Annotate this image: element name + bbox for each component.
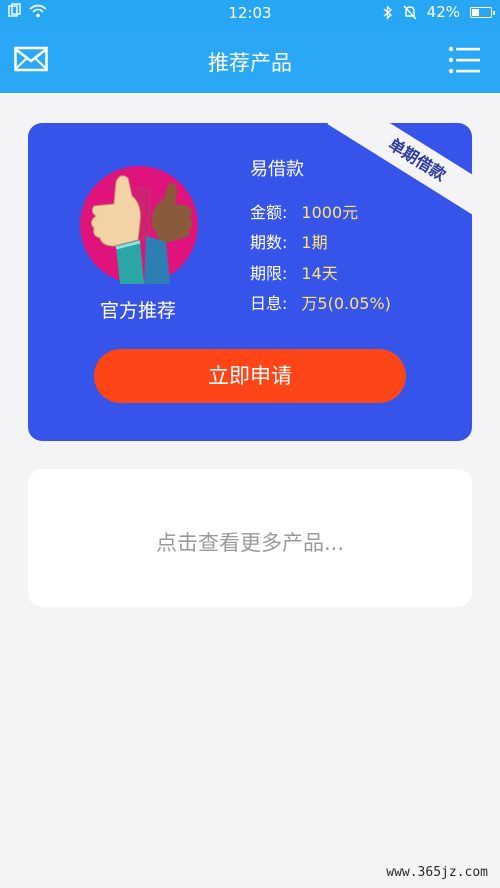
info-row-term: 期限: 14天	[250, 260, 338, 284]
info-value: 1期	[301, 233, 328, 252]
info-row-daily-interest: 日息: 万5(0.05%)	[250, 290, 391, 314]
more-products-link[interactable]: 点击查看更多产品...	[28, 527, 472, 557]
apply-now-button[interactable]: 立即申请	[94, 349, 406, 403]
info-value: 万5(0.05%)	[301, 294, 391, 313]
info-label: 期数:	[250, 233, 288, 252]
thumbs-up-badge	[80, 166, 198, 284]
more-products-card[interactable]: 点击查看更多产品...	[28, 469, 472, 607]
loan-name: 易借款	[250, 159, 304, 180]
status-bar: 12:03 42%	[0, 0, 500, 25]
official-recommend-label: 官方推荐	[99, 300, 176, 322]
status-right-icons: 42%	[383, 3, 495, 21]
thumbs-up-icon	[80, 166, 198, 284]
nav-bar: 推荐产品	[0, 25, 500, 93]
watermark: www.365jz.com	[386, 865, 488, 880]
info-label: 日息:	[250, 294, 288, 313]
menu-icon[interactable]	[448, 45, 480, 75]
info-value: 1000元	[301, 203, 359, 222]
battery-icon	[470, 6, 495, 18]
bluetooth-icon	[383, 4, 392, 20]
battery-percent: 42%	[426, 3, 460, 21]
info-label: 金额:	[250, 203, 288, 222]
info-label: 期限:	[250, 264, 288, 283]
info-row-amount: 金额: 1000元	[250, 199, 358, 223]
bell-mute-icon	[403, 5, 417, 19]
page-title: 推荐产品	[208, 51, 292, 75]
product-card[interactable]: 单期借款 官方推荐 易借款 金额: 1000元 期数: 1期 期限: 14天 日息: 万…	[28, 123, 472, 441]
info-value: 14天	[301, 264, 338, 283]
info-row-periods: 期数: 1期	[250, 229, 328, 253]
